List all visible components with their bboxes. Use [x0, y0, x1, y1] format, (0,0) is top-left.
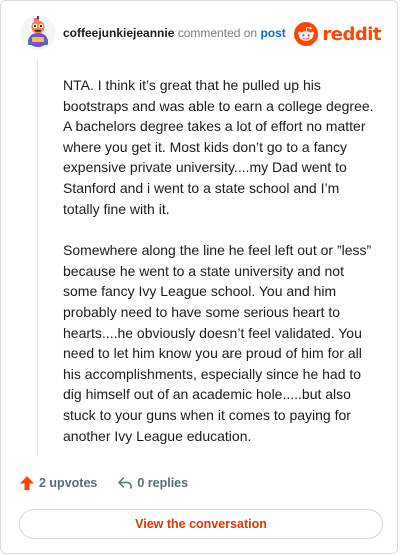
thread-line: [37, 59, 38, 457]
post-link[interactable]: post: [260, 26, 285, 40]
reply-count: 0 replies: [137, 476, 189, 490]
replies-button[interactable]: 0 replies: [117, 475, 188, 491]
view-conversation-button[interactable]: View the conversation: [19, 509, 383, 539]
reddit-snoo-icon: [294, 22, 319, 46]
comment-paragraph: Somewhere along the line he feel left ou…: [63, 242, 372, 444]
comment-paragraph: NTA. I think it’s great that he pulled u…: [63, 77, 374, 217]
avatar-icon: [20, 15, 56, 51]
reddit-logo[interactable]: reddit: [294, 21, 381, 47]
upvote-count: 2 upvotes: [39, 476, 98, 490]
comment-byline: coffeejunkiejeannie commented on post: [63, 26, 286, 40]
upvote-arrow-icon: [20, 476, 34, 490]
username-link[interactable]: coffeejunkiejeannie: [63, 26, 174, 40]
avatar[interactable]: [20, 15, 56, 51]
comment-actions: 2 upvotes 0 replies: [19, 475, 188, 491]
comment-header: coffeejunkiejeannie commented on post re…: [1, 1, 397, 67]
comment-body: NTA. I think it’s great that he pulled u…: [63, 75, 375, 467]
comment-card: coffeejunkiejeannie commented on post re…: [0, 0, 398, 554]
reply-arrow-icon: [118, 477, 133, 489]
upvote-button[interactable]: 2 upvotes: [19, 475, 97, 491]
reddit-wordmark: reddit: [322, 23, 381, 45]
commented-on-text: commented on: [177, 26, 258, 40]
